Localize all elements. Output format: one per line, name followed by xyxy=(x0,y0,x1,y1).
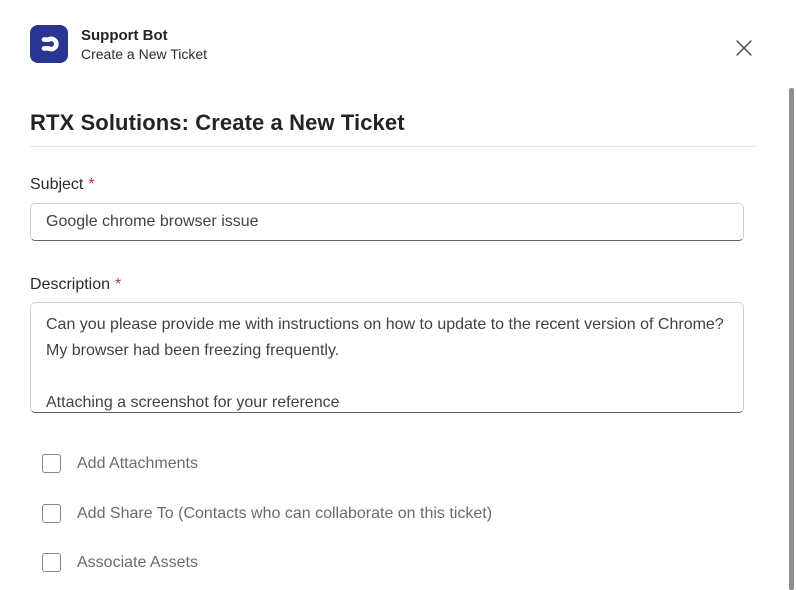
add-share-to-row[interactable]: Add Share To (Contacts who can collabora… xyxy=(42,504,492,523)
add-attachments-row[interactable]: Add Attachments xyxy=(42,454,198,473)
close-icon xyxy=(736,40,752,56)
associate-assets-row[interactable]: Associate Assets xyxy=(42,553,198,572)
app-subtitle: Create a New Ticket xyxy=(81,45,208,62)
description-label-text: Description xyxy=(30,276,111,293)
associate-assets-label: Associate Assets xyxy=(77,553,198,571)
add-attachments-checkbox[interactable] xyxy=(42,454,61,473)
description-label: Description * xyxy=(30,276,121,294)
description-textarea[interactable]: Can you please provide me with instructi… xyxy=(30,302,744,413)
header-titles: Support Bot Create a New Ticket xyxy=(81,26,207,63)
dialog-header: Support Bot Create a New Ticket xyxy=(30,25,207,63)
required-asterisk: * xyxy=(88,176,95,193)
add-share-to-label: Add Share To (Contacts who can collabora… xyxy=(77,504,493,522)
add-share-to-checkbox[interactable] xyxy=(42,504,61,523)
close-button[interactable] xyxy=(729,34,759,64)
app-name: Support Bot xyxy=(81,26,168,44)
subject-label: Subject * xyxy=(30,176,95,194)
subject-label-text: Subject xyxy=(30,176,84,193)
subject-input[interactable] xyxy=(30,203,744,241)
add-attachments-label: Add Attachments xyxy=(77,454,198,472)
support-bot-logo-icon xyxy=(30,25,68,63)
vertical-scrollbar-thumb[interactable] xyxy=(789,88,794,590)
page-title: RTX Solutions: Create a New Ticket xyxy=(30,110,405,135)
required-asterisk: * xyxy=(115,276,122,293)
associate-assets-checkbox[interactable] xyxy=(42,553,61,572)
divider xyxy=(30,146,757,147)
